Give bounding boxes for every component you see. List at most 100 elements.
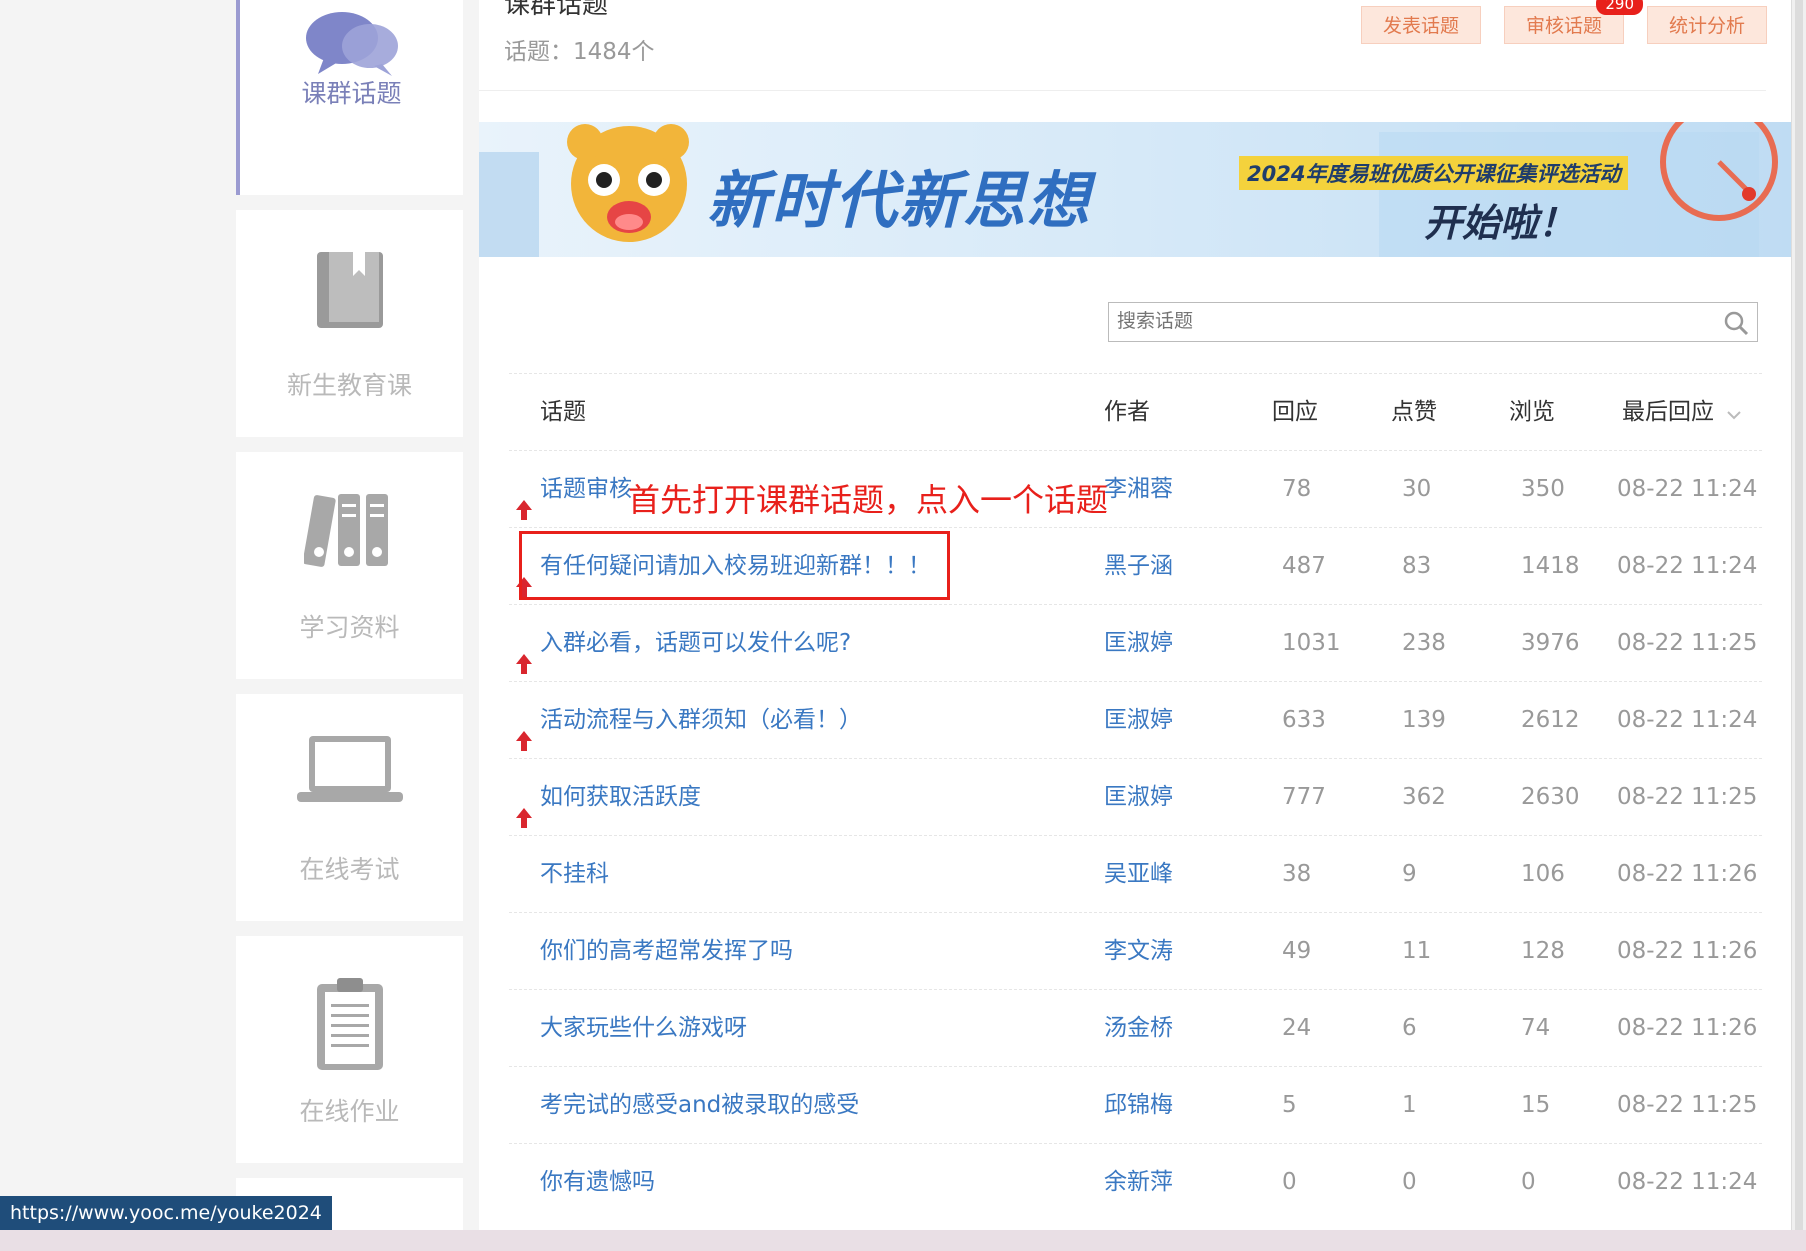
like-count: 6	[1402, 1015, 1417, 1041]
topic-title-link[interactable]: 考完试的感受and被录取的感受	[540, 1067, 859, 1143]
col-author: 作者	[1104, 399, 1150, 425]
table-row: 大家玩些什么游戏呀 汤金桥 24 6 74 08-22 11:26	[509, 989, 1762, 1066]
review-count-badge: 290	[1596, 0, 1643, 15]
book-icon	[315, 250, 385, 334]
sidebar-item-label: 新生教育课	[286, 371, 412, 400]
col-topic: 话题	[540, 399, 586, 425]
taskbar	[0, 1230, 1806, 1251]
binders-icon	[302, 492, 396, 572]
sidebar-item-label: 在线考试	[299, 855, 400, 884]
topic-author-link[interactable]: 邱锦梅	[1104, 1067, 1173, 1143]
topic-author-link[interactable]: 吴亚峰	[1104, 836, 1173, 912]
table-row: 你有遗憾吗 余新萍 0 0 0 08-22 11:24	[509, 1143, 1762, 1220]
col-likes: 点赞	[1391, 399, 1437, 425]
reply-count: 38	[1282, 861, 1312, 887]
topic-title-link[interactable]: 入群必看，话题可以发什么呢?	[540, 605, 851, 681]
sidebar-item-orientation-course[interactable]: 新生教育课	[236, 210, 463, 437]
last-reply-time: 08-22 11:26	[1617, 938, 1758, 964]
promo-banner[interactable]: 新时代新思想 2024年度易班优质公开课征集评选活动 开始啦！	[479, 122, 1791, 257]
like-count: 1	[1402, 1092, 1417, 1118]
laptop-icon	[296, 734, 403, 808]
col-last-reply[interactable]: 最后回应	[1622, 374, 1742, 451]
reply-count: 5	[1282, 1092, 1297, 1118]
reply-count: 777	[1282, 784, 1326, 810]
page-title: 课群话题	[504, 0, 609, 20]
view-count: 3976	[1521, 630, 1580, 656]
topic-author-link[interactable]: 匡淑婷	[1104, 759, 1173, 835]
view-count: 106	[1521, 861, 1565, 887]
view-count: 0	[1521, 1169, 1536, 1195]
post-topic-button[interactable]: 发表话题	[1361, 6, 1481, 44]
topic-count: 话题：1484个	[504, 39, 655, 65]
last-reply-time: 08-22 11:24	[1617, 476, 1758, 502]
view-count: 2612	[1521, 707, 1580, 733]
view-count: 1418	[1521, 553, 1580, 579]
topic-title-link[interactable]: 你有遗憾吗	[540, 1144, 655, 1220]
sidebar-item-online-homework[interactable]: 在线作业	[236, 936, 463, 1163]
table-row: 不挂科 吴亚峰 38 9 106 08-22 11:26	[509, 835, 1762, 912]
reply-count: 24	[1282, 1015, 1312, 1041]
like-count: 238	[1402, 630, 1446, 656]
statistics-button[interactable]: 统计分析	[1647, 6, 1767, 44]
last-reply-time: 08-22 11:24	[1617, 1169, 1758, 1195]
topic-title-link[interactable]: 不挂科	[540, 836, 609, 912]
topic-title-link[interactable]: 如何获取活跃度	[540, 759, 701, 835]
col-last-reply-label: 最后回应	[1622, 399, 1714, 425]
annotation-highlight-box	[519, 531, 950, 600]
topic-author-link[interactable]: 匡淑婷	[1104, 605, 1173, 681]
page-scrollbar[interactable]	[1791, 0, 1806, 1230]
col-views: 浏览	[1509, 399, 1555, 425]
reply-count: 487	[1282, 553, 1326, 579]
sidebar-item-label: 课群话题	[301, 79, 402, 108]
reply-count: 0	[1282, 1169, 1297, 1195]
view-count: 2630	[1521, 784, 1580, 810]
table-row: 考完试的感受and被录取的感受 邱锦梅 5 1 15 08-22 11:25	[509, 1066, 1762, 1143]
topic-title-link[interactable]: 大家玩些什么游戏呀	[540, 990, 747, 1066]
sidebar-item-label: 学习资料	[299, 613, 400, 642]
like-count: 30	[1402, 476, 1432, 502]
last-reply-time: 08-22 11:25	[1617, 630, 1758, 656]
sidebar-item-study-materials[interactable]: 学习资料	[236, 452, 463, 679]
table-row: 你们的高考超常发挥了吗 李文涛 49 11 128 08-22 11:26	[509, 912, 1762, 989]
topic-author-link[interactable]: 余新萍	[1104, 1144, 1173, 1220]
topic-author-link[interactable]: 匡淑婷	[1104, 682, 1173, 758]
view-count: 350	[1521, 476, 1565, 502]
banner-subline: 2024年度易班优质公开课征集评选活动	[1239, 156, 1629, 190]
sidebar-item-label: 在线作业	[299, 1097, 400, 1126]
reply-count: 1031	[1282, 630, 1341, 656]
col-replies: 回应	[1272, 399, 1318, 425]
reply-count: 49	[1282, 938, 1312, 964]
table-row: 活动流程与入群须知（必看！） 匡淑婷 633 139 2612 08-22 11:24	[509, 681, 1762, 758]
chevron-down-icon	[1727, 375, 1742, 451]
sidebar-item-online-exam[interactable]: 在线考试	[236, 694, 463, 921]
search-box	[1108, 302, 1758, 342]
scrollbar-thumb[interactable]	[1795, 0, 1803, 1230]
sidebar-item-course-topics[interactable]: 课群话题	[236, 0, 463, 195]
view-count: 15	[1521, 1092, 1551, 1118]
banner-headline: 新时代新思想	[707, 164, 1092, 237]
reply-count: 78	[1282, 476, 1312, 502]
main-panel: 课群话题 话题：1484个 发表话题 审核话题 290 统计分析 新时代新思想 …	[479, 0, 1791, 1251]
like-count: 0	[1402, 1169, 1417, 1195]
search-icon[interactable]	[1723, 310, 1749, 340]
last-reply-time: 08-22 11:24	[1617, 707, 1758, 733]
topic-title-link[interactable]: 你们的高考超常发挥了吗	[540, 913, 793, 989]
review-topic-label: 审核话题	[1525, 15, 1602, 37]
search-input[interactable]	[1109, 303, 1715, 339]
topic-title-link[interactable]: 活动流程与入群须知（必看！）	[540, 682, 862, 758]
topic-title-link[interactable]: 话题审核	[540, 451, 632, 527]
review-topic-button[interactable]: 审核话题 290	[1504, 0, 1643, 44]
topic-author-link[interactable]: 李湘蓉	[1104, 451, 1173, 527]
like-count: 139	[1402, 707, 1446, 733]
table-row: 入群必看，话题可以发什么呢? 匡淑婷 1031 238 3976 08-22 11:25	[509, 604, 1762, 681]
chat-bubbles-icon	[304, 8, 400, 82]
last-reply-time: 08-22 11:25	[1617, 784, 1758, 810]
last-reply-time: 08-22 11:25	[1617, 1092, 1758, 1118]
view-count: 74	[1521, 1015, 1551, 1041]
last-reply-time: 08-22 11:26	[1617, 861, 1758, 887]
topic-author-link[interactable]: 李文涛	[1104, 913, 1173, 989]
last-reply-time: 08-22 11:26	[1617, 1015, 1758, 1041]
topic-author-link[interactable]: 汤金桥	[1104, 990, 1173, 1066]
topic-author-link[interactable]: 黑子涵	[1104, 528, 1173, 604]
like-count: 9	[1402, 861, 1417, 887]
